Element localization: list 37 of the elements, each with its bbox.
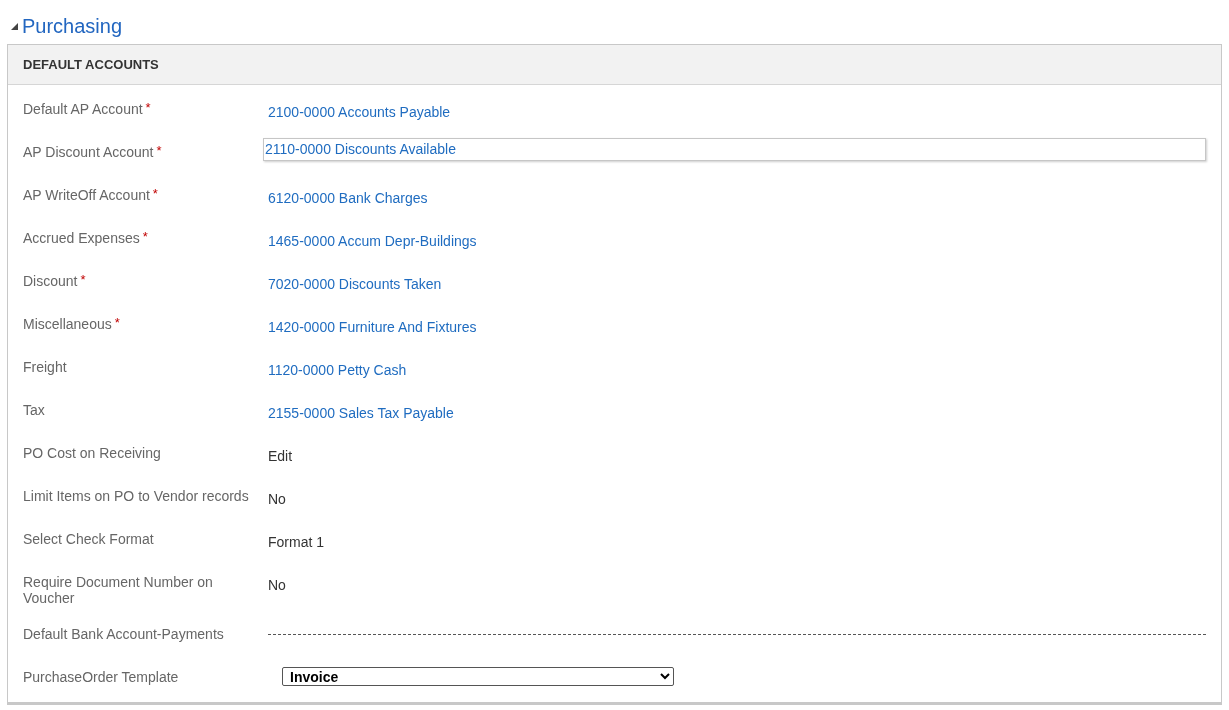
account-link[interactable]: 7020-0000 Discounts Taken — [268, 276, 442, 292]
field-label: Tax — [23, 402, 45, 418]
template-select[interactable]: Invoice — [282, 667, 674, 686]
field-label: Select Check Format — [23, 531, 154, 547]
field-label: Default AP Account — [23, 101, 143, 117]
field-value: No — [268, 577, 286, 593]
required-asterisk: * — [114, 316, 120, 329]
required-asterisk: * — [142, 230, 148, 243]
empty-value-line[interactable] — [268, 634, 1206, 635]
panel-header: DEFAULT ACCOUNTS — [8, 45, 1221, 85]
field-label: Freight — [23, 359, 67, 375]
field-label: Default Bank Account-Payments — [23, 626, 224, 642]
account-link[interactable]: 2155-0000 Sales Tax Payable — [268, 405, 454, 421]
account-link[interactable]: 1420-0000 Furniture And Fixtures — [268, 319, 477, 335]
field-label: Miscellaneous — [23, 316, 112, 332]
account-link[interactable]: 2100-0000 Accounts Payable — [268, 104, 451, 120]
section-title[interactable]: Purchasing — [22, 11, 123, 41]
field-value: No — [268, 491, 286, 507]
account-link[interactable]: 6120-0000 Bank Charges — [268, 190, 428, 206]
field-value: Format 1 — [268, 534, 324, 550]
collapse-triangle-icon[interactable] — [11, 22, 18, 30]
account-input-field[interactable]: 2110-0000 Discounts Available — [263, 138, 1206, 161]
field-label: Discount — [23, 273, 78, 289]
field-label: Accrued Expenses — [23, 230, 140, 246]
account-link[interactable]: 1465-0000 Accum Depr-Buildings — [268, 233, 477, 249]
field-label: Limit Items on PO to Vendor records — [23, 488, 249, 504]
required-asterisk: * — [156, 144, 162, 157]
field-label: AP Discount Account — [23, 144, 154, 160]
field-label: PO Cost on Receiving — [23, 445, 161, 461]
field-value: Edit — [268, 448, 293, 464]
required-asterisk: * — [152, 187, 158, 200]
required-asterisk: * — [80, 273, 86, 286]
required-asterisk: * — [145, 101, 151, 114]
field-label: Require Document Number on Voucher — [23, 574, 214, 606]
field-label: PurchaseOrder Template — [23, 669, 179, 685]
field-label: AP WriteOff Account — [23, 187, 150, 203]
account-link[interactable]: 1120-0000 Petty Cash — [268, 362, 407, 378]
